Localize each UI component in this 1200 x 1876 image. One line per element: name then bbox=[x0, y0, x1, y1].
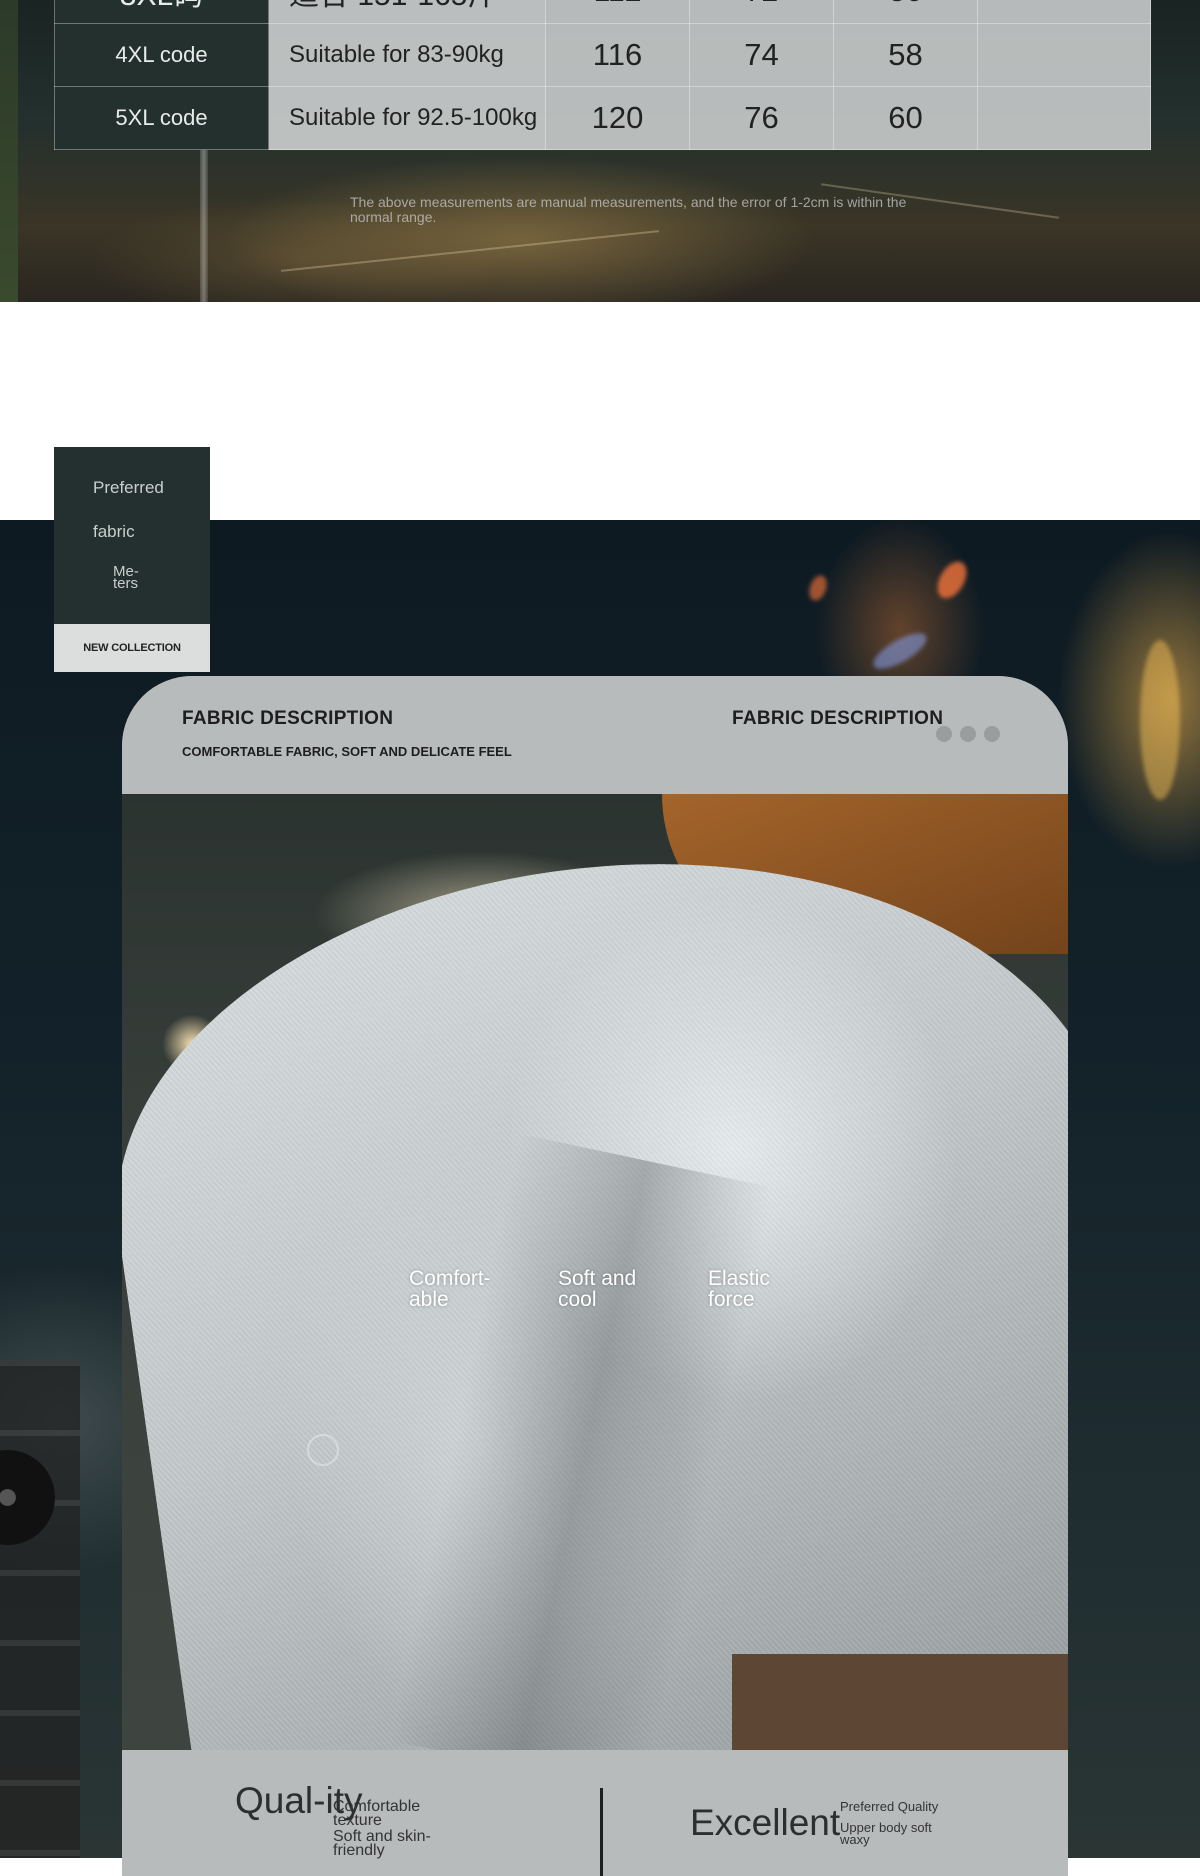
circle-icon bbox=[307, 1434, 339, 1466]
feature-comfortable: Comfort-able bbox=[409, 1267, 491, 1311]
footer-divider bbox=[600, 1788, 603, 1876]
light-flare bbox=[806, 573, 830, 603]
table-row: 3XL码 适合 151-165斤 112 72 56 bbox=[54, 0, 1151, 24]
card-title: FABRIC DESCRIPTION bbox=[182, 708, 394, 729]
tag-line-meters: Me-ters bbox=[113, 563, 139, 592]
dot-icon bbox=[960, 726, 976, 742]
measurement-cell: 120 bbox=[545, 86, 690, 150]
measurement-note: The above measurements are manual measur… bbox=[350, 194, 907, 225]
measurement-cell: 76 bbox=[689, 86, 834, 150]
excellent-heading: Excellent bbox=[690, 1802, 841, 1843]
tag-line-fabric: fabric bbox=[93, 522, 135, 541]
fabric-photo: Comfort-able Soft and cool Elastic force bbox=[122, 794, 1068, 1750]
card-subtitle: COMFORTABLE FABRIC, SOFT AND DELICATE FE… bbox=[182, 744, 512, 759]
empty-cell bbox=[977, 23, 1151, 87]
background-shelf bbox=[0, 1360, 80, 1858]
size-chart-section: 3XL码 适合 151-165斤 112 72 56 4XL code Suit… bbox=[0, 0, 1200, 302]
decorative-dots bbox=[936, 726, 1008, 747]
measurement-cell: 58 bbox=[833, 23, 978, 87]
new-collection-label: NEW COLLECTION bbox=[54, 624, 210, 672]
background-stripe bbox=[0, 0, 18, 302]
weight-cell: 适合 151-165斤 bbox=[268, 0, 546, 24]
card-title-right: FABRIC DESCRIPTION bbox=[732, 708, 944, 729]
measurement-cell: 116 bbox=[545, 23, 690, 87]
card-header: FABRIC DESCRIPTION COMFORTABLE FABRIC, S… bbox=[122, 676, 1068, 794]
feature-soft-cool: Soft and cool bbox=[558, 1267, 637, 1311]
empty-cell bbox=[977, 0, 1151, 24]
empty-cell bbox=[977, 86, 1151, 150]
feature-elastic: Elastic force bbox=[708, 1267, 770, 1311]
table-row: 4XL code Suitable for 83-90kg 116 74 58 bbox=[54, 23, 1151, 87]
measurement-cell: 74 bbox=[689, 23, 834, 87]
light-flare bbox=[868, 626, 932, 676]
measurement-cell: 72 bbox=[689, 0, 834, 24]
background-pole bbox=[200, 140, 208, 302]
measurement-cell: 60 bbox=[833, 86, 978, 150]
photo-wood-surface bbox=[732, 1654, 1068, 1750]
light-flare bbox=[1140, 640, 1180, 800]
light-flare bbox=[931, 556, 973, 604]
size-code-cell: 4XL code bbox=[54, 23, 269, 87]
fabric-description-card: FABRIC DESCRIPTION COMFORTABLE FABRIC, S… bbox=[122, 676, 1068, 1876]
tag-line-preferred: Preferred bbox=[93, 478, 164, 497]
dot-icon bbox=[936, 726, 952, 742]
size-code-cell: 3XL码 bbox=[54, 0, 269, 24]
card-footer: Qual-ity Comfortable texture Soft and sk… bbox=[122, 1750, 1068, 1876]
size-table: 3XL码 适合 151-165斤 112 72 56 4XL code Suit… bbox=[54, 0, 1151, 150]
preferred-fabric-tag: Preferred fabric Me-ters NEW COLLECTION bbox=[54, 447, 210, 672]
measurement-cell: 56 bbox=[833, 0, 978, 24]
background-marble-vein bbox=[280, 230, 660, 272]
quality-subtext-2: Soft and skin-friendly bbox=[333, 1828, 431, 1859]
weight-cell: Suitable for 83-90kg bbox=[268, 23, 546, 87]
excellent-subtext-2: Upper body soft waxy bbox=[840, 1820, 932, 1847]
size-code-cell: 5XL code bbox=[54, 86, 269, 150]
measurement-cell: 112 bbox=[545, 0, 690, 24]
dot-icon bbox=[984, 726, 1000, 742]
table-row: 5XL code Suitable for 92.5-100kg 120 76 … bbox=[54, 86, 1151, 150]
weight-cell: Suitable for 92.5-100kg bbox=[268, 86, 546, 150]
quality-subtext-1: Comfortable texture bbox=[333, 1798, 421, 1829]
excellent-subtext-1: Preferred Quality bbox=[840, 1799, 939, 1814]
